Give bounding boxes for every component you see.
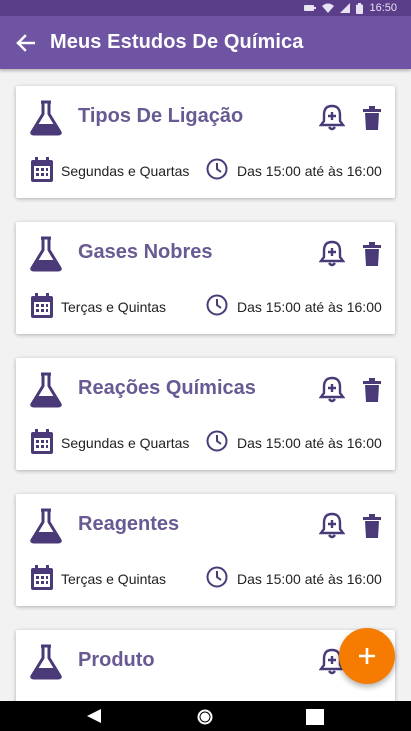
card-title: Reações Químicas (78, 377, 256, 399)
trash-icon[interactable] (361, 378, 383, 402)
calendar-icon (31, 429, 53, 454)
calendar-icon (31, 157, 53, 182)
nav-recent-icon[interactable] (306, 709, 324, 725)
flask-icon (30, 644, 62, 680)
card-title: Reagentes (78, 513, 180, 535)
nav-home-icon[interactable] (196, 708, 214, 726)
plus-icon (359, 648, 375, 664)
card-schedule: Terças e Quintas Das 15:00 até às 16:00 (16, 564, 395, 592)
flask-icon (30, 508, 62, 544)
study-card[interactable]: Tipos De Ligação Segundas e Quartas Das … (16, 86, 395, 198)
alarm-add-icon[interactable] (319, 376, 345, 404)
battery-saver-icon (304, 5, 317, 11)
wifi-icon (322, 3, 335, 13)
status-bar: 16:50 (0, 0, 411, 16)
card-schedule: Terças e Quintas Das 15:00 até às 16:00 (16, 292, 395, 320)
status-time: 16:50 (369, 2, 397, 14)
card-header: Gases Nobres (16, 222, 395, 284)
card-title: Produto (78, 649, 155, 671)
study-card[interactable]: Reagentes Terças e Quintas Das 15:00 até… (16, 494, 395, 606)
clock-icon (206, 294, 228, 316)
flask-icon (30, 100, 62, 136)
trash-icon[interactable] (361, 514, 383, 538)
card-header: Reações Químicas (16, 358, 395, 420)
card-hours: Das 15:00 até às 16:00 (237, 435, 382, 451)
trash-icon[interactable] (361, 106, 383, 130)
card-header: Reagentes (16, 494, 395, 556)
add-study-button[interactable] (339, 628, 395, 684)
system-nav-bar (0, 701, 411, 731)
signal-icon (340, 3, 351, 13)
arrow-left-icon (16, 33, 35, 52)
nav-back-icon[interactable] (86, 708, 102, 724)
status-icons: 16:50 (304, 1, 397, 15)
card-hours: Das 15:00 até às 16:00 (237, 163, 382, 179)
card-hours: Das 15:00 até às 16:00 (237, 299, 382, 315)
card-title: Gases Nobres (78, 241, 213, 263)
study-list[interactable]: Tipos De Ligação Segundas e Quartas Das … (0, 69, 411, 701)
alarm-add-icon[interactable] (319, 104, 345, 132)
battery-icon (356, 2, 364, 14)
card-days: Segundas e Quartas (61, 435, 190, 451)
card-schedule: Segundas e Quartas Das 15:00 até às 16:0… (16, 156, 395, 184)
alarm-add-icon[interactable] (319, 240, 345, 268)
alarm-add-icon[interactable] (319, 512, 345, 540)
calendar-icon (31, 565, 53, 590)
card-title: Tipos De Ligação (78, 105, 244, 127)
clock-icon (206, 566, 228, 588)
back-button[interactable] (0, 16, 50, 69)
clock-icon (206, 158, 228, 180)
app-bar: Meus Estudos De Química (0, 16, 411, 69)
card-days: Terças e Quintas (61, 299, 167, 315)
study-card[interactable]: Reações Químicas Segundas e Quartas Das … (16, 358, 395, 470)
trash-icon[interactable] (361, 242, 383, 266)
flask-icon (30, 372, 62, 408)
calendar-icon (31, 293, 53, 318)
card-header: Tipos De Ligação (16, 86, 395, 148)
page-title: Meus Estudos De Química (50, 31, 304, 53)
card-schedule: Segundas e Quartas Das 15:00 até às 16:0… (16, 428, 395, 456)
card-days: Terças e Quintas (61, 571, 167, 587)
flask-icon (30, 236, 62, 272)
card-hours: Das 15:00 até às 16:00 (237, 571, 382, 587)
card-header: Produto (16, 630, 395, 692)
study-card[interactable]: Produto (16, 630, 395, 701)
clock-icon (206, 430, 228, 452)
card-days: Segundas e Quartas (61, 163, 190, 179)
study-card[interactable]: Gases Nobres Terças e Quintas Das 15:00 … (16, 222, 395, 334)
